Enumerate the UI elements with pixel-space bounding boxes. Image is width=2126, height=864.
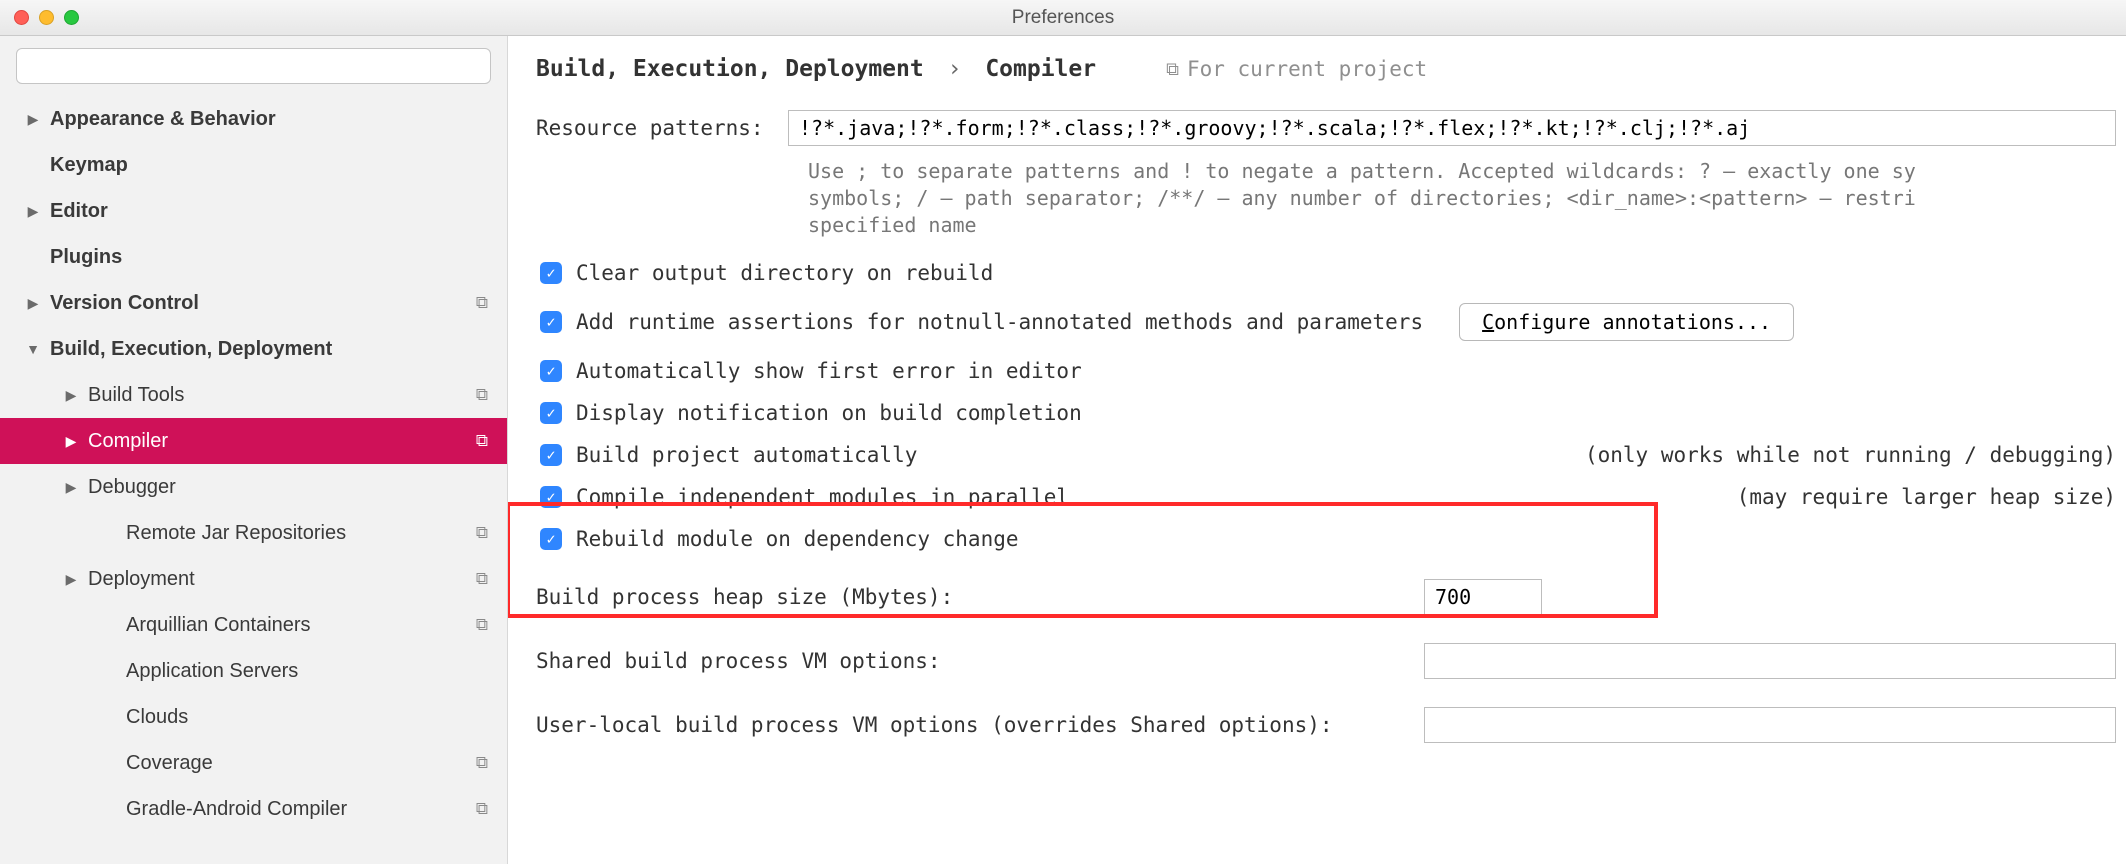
clear-output-label: Clear output directory on rebuild: [576, 261, 993, 285]
show-first-error-label: Automatically show first error in editor: [576, 359, 1082, 383]
project-scope-icon: ⧉: [471, 753, 493, 773]
breadcrumb: Build, Execution, Deployment › Compiler …: [536, 56, 2116, 82]
settings-content: Build, Execution, Deployment › Compiler …: [508, 36, 2126, 864]
breadcrumb-current: Compiler: [985, 56, 1096, 82]
rebuild-on-dep-label: Rebuild module on dependency change: [576, 527, 1019, 551]
project-scope-icon: ⧉: [471, 293, 493, 313]
tree-item-application-servers[interactable]: ▶Application Servers: [0, 648, 507, 694]
tree-item-debugger[interactable]: ▶ Debugger: [0, 464, 507, 510]
tree-item-coverage[interactable]: ▶Coverage⧉: [0, 740, 507, 786]
project-scope-icon: ⧉: [471, 523, 493, 543]
copy-icon: ⧉: [1166, 59, 1179, 80]
project-scope-label: ⧉ For current project: [1166, 57, 1427, 81]
chevron-right-icon: ▶: [62, 433, 80, 450]
tree-item-clouds[interactable]: ▶Clouds: [0, 694, 507, 740]
tree-item-label: Debugger: [88, 476, 507, 499]
tree-item-label: Compiler: [88, 430, 471, 453]
heap-size-label: Build process heap size (Mbytes):: [536, 585, 1424, 609]
chevron-right-icon: ▶: [24, 295, 42, 312]
tree-item-appearance-behavior[interactable]: ▶ Appearance & Behavior: [0, 96, 507, 142]
notnull-assert-label: Add runtime assertions for notnull-annot…: [576, 310, 1423, 334]
project-scope-icon: ⧉: [471, 615, 493, 635]
project-scope-icon: ⧉: [471, 799, 493, 819]
configure-annotations-button[interactable]: Configure annotations...: [1459, 303, 1794, 341]
show-first-error-checkbox[interactable]: ✓: [540, 360, 562, 382]
build-notification-label: Display notification on build completion: [576, 401, 1082, 425]
resource-patterns-input[interactable]: [788, 110, 2116, 146]
notnull-assert-checkbox[interactable]: ✓: [540, 311, 562, 333]
tree-item-editor[interactable]: ▶ Editor: [0, 188, 507, 234]
tree-item-plugins[interactable]: ▶Plugins: [0, 234, 507, 280]
tree-item-label: Keymap: [50, 154, 507, 177]
tree-item-label: Version Control: [50, 292, 471, 315]
project-scope-icon: ⧉: [471, 431, 493, 451]
tree-item-label: Coverage: [126, 752, 471, 775]
rebuild-on-dep-checkbox[interactable]: ✓: [540, 528, 562, 550]
tree-item-label: Arquillian Containers: [126, 614, 471, 637]
zoom-window-button[interactable]: [64, 10, 79, 25]
resource-patterns-help: Use ; to separate patterns and ! to nega…: [808, 158, 2116, 239]
chevron-right-icon: ▶: [62, 571, 80, 588]
chevron-right-icon: ▶: [24, 111, 42, 128]
minimize-window-button[interactable]: [39, 10, 54, 25]
parallel-compile-checkbox[interactable]: ✓: [540, 486, 562, 508]
resource-patterns-label: Resource patterns:: [536, 116, 788, 140]
tree-item-deployment[interactable]: ▶ Deployment⧉: [0, 556, 507, 602]
tree-item-gradle-android-compiler[interactable]: ▶Gradle-Android Compiler⧉: [0, 786, 507, 832]
settings-sidebar: ▶Appearance & Behavior▶Keymap▶Editor▶Plu…: [0, 36, 508, 864]
tree-item-label: Editor: [50, 200, 507, 223]
tree-item-arquillian-containers[interactable]: ▶Arquillian Containers⧉: [0, 602, 507, 648]
window-titlebar: Preferences: [0, 0, 2126, 36]
tree-item-label: Build Tools: [88, 384, 471, 407]
tree-item-build-tools[interactable]: ▶ Build Tools⧉: [0, 372, 507, 418]
chevron-right-icon: ▶: [62, 479, 80, 496]
build-notification-checkbox[interactable]: ✓: [540, 402, 562, 424]
shared-vm-input[interactable]: [1424, 643, 2116, 679]
tree-item-label: Appearance & Behavior: [50, 108, 507, 131]
tree-item-keymap[interactable]: ▶Keymap: [0, 142, 507, 188]
shared-vm-label: Shared build process VM options:: [536, 649, 1424, 673]
tree-item-remote-jar-repositories[interactable]: ▶Remote Jar Repositories⧉: [0, 510, 507, 556]
tree-item-label: Plugins: [50, 246, 507, 269]
search-input[interactable]: [16, 48, 491, 84]
clear-output-checkbox[interactable]: ✓: [540, 262, 562, 284]
tree-item-label: Clouds: [126, 706, 507, 729]
chevron-right-icon: ▶: [62, 387, 80, 404]
build-auto-checkbox[interactable]: ✓: [540, 444, 562, 466]
breadcrumb-parent: Build, Execution, Deployment: [536, 56, 924, 82]
tree-item-label: Gradle-Android Compiler: [126, 798, 471, 821]
tree-item-build-execution-deployment[interactable]: ▼ Build, Execution, Deployment: [0, 326, 507, 372]
parallel-compile-label: Compile independent modules in parallel: [576, 485, 1069, 509]
window-controls: [14, 10, 79, 25]
close-window-button[interactable]: [14, 10, 29, 25]
chevron-right-icon: ▶: [24, 203, 42, 220]
heap-size-input[interactable]: [1424, 579, 1542, 615]
window-title: Preferences: [1012, 7, 1114, 29]
build-auto-label: Build project automatically: [576, 443, 917, 467]
tree-item-version-control[interactable]: ▶ Version Control⧉: [0, 280, 507, 326]
local-vm-label: User-local build process VM options (ove…: [536, 713, 1424, 737]
local-vm-input[interactable]: [1424, 707, 2116, 743]
tree-item-label: Remote Jar Repositories: [126, 522, 471, 545]
tree-item-compiler[interactable]: ▶ Compiler⧉: [0, 418, 507, 464]
build-auto-note: (only works while not running / debuggin…: [1545, 443, 2116, 467]
tree-item-label: Application Servers: [126, 660, 507, 683]
project-scope-icon: ⧉: [471, 569, 493, 589]
settings-tree: ▶Appearance & Behavior▶Keymap▶Editor▶Plu…: [0, 96, 507, 864]
parallel-compile-note: (may require larger heap size): [1697, 485, 2116, 509]
tree-item-label: Build, Execution, Deployment: [50, 338, 507, 361]
chevron-down-icon: ▼: [24, 341, 42, 357]
tree-item-label: Deployment: [88, 568, 471, 591]
breadcrumb-separator: ›: [948, 56, 962, 82]
project-scope-icon: ⧉: [471, 385, 493, 405]
